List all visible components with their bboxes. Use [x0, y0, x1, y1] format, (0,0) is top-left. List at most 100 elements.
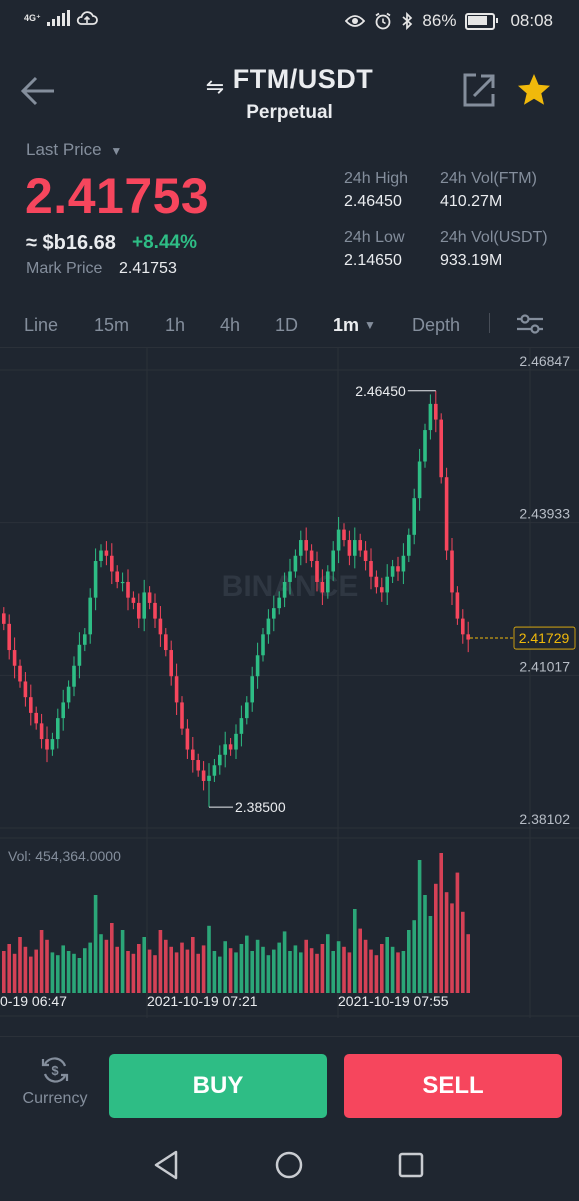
candle-body [315, 561, 319, 582]
candle-body [369, 561, 373, 577]
high-value: 2.46450 [344, 193, 402, 210]
low-label: 24h Low [344, 229, 405, 246]
tab-4h[interactable]: 4h [220, 315, 240, 336]
candle-body [385, 576, 389, 593]
candle-body [466, 634, 470, 640]
candle-body [191, 749, 195, 761]
candle-body [185, 728, 190, 750]
volume-bar [380, 944, 384, 993]
tab-line[interactable]: Line [24, 315, 58, 336]
tab-15m[interactable]: 15m [94, 315, 129, 336]
volume-bar [423, 895, 427, 993]
bluetooth-icon [402, 12, 413, 30]
tab-1d[interactable]: 1D [275, 315, 298, 336]
candle-body [347, 540, 352, 556]
volume-bar [396, 952, 400, 993]
volume-bar [115, 946, 119, 993]
candle-body [272, 608, 276, 619]
tab-1m-label: 1m [333, 315, 360, 335]
time-label-2: 2021-10-19 07:55 [338, 993, 449, 1009]
volume-bar [18, 937, 22, 993]
nav-recents-icon[interactable] [394, 1148, 428, 1182]
volume-bar [385, 937, 389, 993]
candle-body [115, 571, 119, 582]
volume-bar [401, 951, 406, 993]
candle-body [212, 765, 217, 776]
last-price-dropdown[interactable]: Last Price ▼ [26, 140, 122, 160]
candle-body [83, 634, 87, 645]
candle-body [363, 550, 368, 562]
volume-bar [450, 903, 454, 993]
volume-bar [353, 909, 357, 993]
candle-body [66, 686, 71, 703]
volume-bar [407, 930, 411, 993]
currency-toggle[interactable]: $ Currency [18, 1054, 92, 1108]
volume-bar [180, 942, 184, 993]
sell-button[interactable]: SELL [344, 1054, 562, 1118]
y-tick-label: 2.41017 [519, 658, 570, 674]
candle-body [56, 718, 60, 740]
candle-body [207, 775, 211, 781]
candle-body [358, 540, 362, 551]
status-right: 86% 08:08 [345, 11, 553, 31]
cloud-upload-icon [76, 11, 98, 25]
candlestick-chart[interactable]: BINANCE 2.468472.439332.410172.38102 2.4… [0, 348, 579, 1018]
volume-bar [39, 930, 44, 993]
chart-grid [0, 348, 579, 1018]
candle-body [444, 477, 449, 551]
candle-body [450, 550, 454, 593]
volume-bar [288, 951, 292, 993]
volume-bar [12, 953, 17, 993]
volume-bars [2, 853, 470, 993]
volume-bar [142, 937, 146, 993]
volume-bar [282, 931, 287, 993]
swap-icon: ⇋ [205, 74, 225, 99]
volume-bar [320, 944, 325, 993]
candle-body [7, 623, 11, 651]
y-tick-label: 2.46847 [519, 353, 570, 369]
battery-percent: 86% [422, 11, 457, 30]
nav-back-icon[interactable] [150, 1148, 184, 1182]
candle-body [201, 770, 206, 781]
nav-home-icon[interactable] [272, 1148, 306, 1182]
volume-bar [77, 958, 82, 993]
candle-body [104, 550, 109, 556]
candle-body [417, 461, 422, 499]
volume-bar [120, 930, 125, 993]
buy-button[interactable]: BUY [109, 1054, 327, 1118]
candle-body [407, 534, 411, 556]
candle-body [299, 540, 303, 556]
candle-body [412, 498, 416, 535]
tab-1h[interactable]: 1h [165, 315, 185, 336]
tab-depth[interactable]: Depth [412, 315, 460, 336]
candle-body [164, 634, 168, 651]
candle-body [50, 739, 55, 750]
candle-body [245, 702, 249, 719]
tab-1m[interactable]: 1m ▼ [333, 315, 376, 336]
candle-body [239, 718, 244, 734]
volume-bar [110, 923, 114, 993]
share-icon[interactable] [462, 72, 496, 108]
favorite-star-icon[interactable] [516, 72, 552, 108]
volume-bar [131, 953, 136, 993]
svg-text:$: $ [51, 1063, 59, 1078]
candle-body [12, 650, 17, 666]
current-price-label: 2.41729 [519, 630, 570, 646]
status-bar: 4G⁺ 86% 08:08 [0, 0, 579, 44]
chart-settings-icon[interactable] [515, 312, 545, 336]
fiat-price: ≈ $b16.68 [26, 232, 116, 254]
mark-price: 2.41753 [119, 260, 177, 277]
volume-bar [228, 948, 233, 993]
candle-body [174, 676, 179, 703]
volume-bar [293, 945, 298, 993]
volume-bar [126, 951, 130, 993]
time-label-0: 0-19 06:47 [0, 993, 67, 1009]
volume-bar [304, 939, 308, 993]
candle-body [169, 650, 173, 677]
volume-bar [99, 934, 103, 993]
volume-bar [104, 939, 109, 993]
candle-body [250, 676, 254, 703]
low-value: 2.14650 [344, 252, 402, 269]
volume-bar [207, 925, 211, 993]
volume-bar [261, 946, 265, 993]
